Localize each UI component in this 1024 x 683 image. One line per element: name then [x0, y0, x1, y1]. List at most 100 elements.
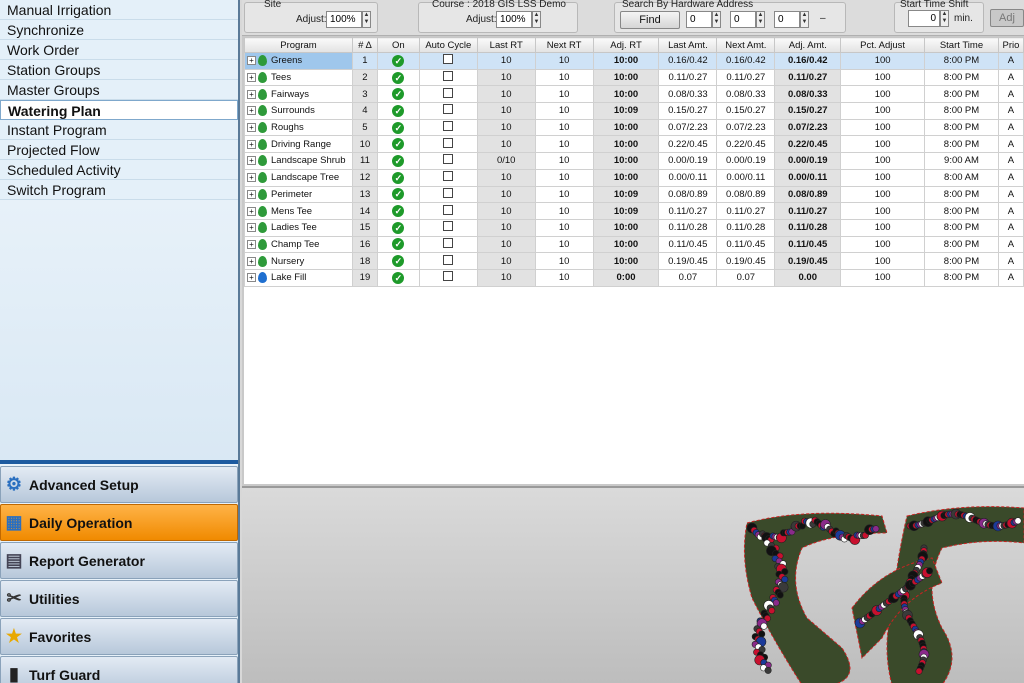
- auto-cycle-cell[interactable]: [418, 218, 478, 237]
- check-circle-icon[interactable]: ✓: [392, 271, 405, 284]
- sidebar-item-synchronize[interactable]: Synchronize: [0, 20, 238, 40]
- hardware-address-2-spinner[interactable]: ▲ ▼: [756, 11, 765, 28]
- check-circle-icon[interactable]: ✓: [392, 71, 405, 84]
- sprinkler-head-marker[interactable]: [926, 567, 934, 575]
- program-cell[interactable]: + Perimeter: [244, 185, 353, 204]
- expand-icon[interactable]: +: [247, 106, 256, 116]
- auto-cycle-checkbox[interactable]: [443, 71, 454, 82]
- expand-icon[interactable]: +: [247, 156, 256, 166]
- on-cell[interactable]: ✓: [376, 185, 420, 204]
- program-cell[interactable]: + Ladies Tee: [244, 218, 353, 237]
- program-cell[interactable]: + Lake Fill: [244, 268, 353, 287]
- check-circle-icon[interactable]: ✓: [392, 54, 405, 67]
- auto-cycle-checkbox[interactable]: [443, 104, 454, 115]
- check-circle-icon[interactable]: ✓: [392, 104, 405, 117]
- table-row[interactable]: + Surrounds 4 ✓ 10 10 10:09 0.15/0.27 0.15/0.27 0…: [244, 102, 1024, 120]
- column-header[interactable]: Pct. Adjust: [840, 37, 926, 53]
- start-time-shift-input[interactable]: 0: [908, 10, 940, 27]
- hardware-address-3[interactable]: 0: [774, 11, 800, 28]
- sprinkler-head-marker[interactable]: [768, 607, 776, 615]
- sidebar-item-scheduled-activity[interactable]: Scheduled Activity: [0, 160, 238, 180]
- sidebar-item-master-groups[interactable]: Master Groups: [0, 80, 238, 100]
- auto-cycle-cell[interactable]: [418, 118, 478, 137]
- hardware-address-1-spinner[interactable]: ▲ ▼: [712, 11, 721, 28]
- table-row[interactable]: + Landscape Shrub 11 ✓ 0/10 10 10:00 0.00/0.19 0…: [244, 152, 1024, 170]
- expand-icon[interactable]: +: [247, 73, 256, 83]
- auto-cycle-checkbox[interactable]: [443, 121, 454, 132]
- column-header[interactable]: Prio: [997, 37, 1024, 53]
- table-row[interactable]: + Greens 1 ✓ 10 10 10:00 0.16/0.42 0.16/0.42 0.16…: [244, 52, 1024, 70]
- column-header[interactable]: Start Time: [924, 37, 999, 53]
- expand-icon[interactable]: +: [247, 189, 256, 199]
- on-cell[interactable]: ✓: [376, 85, 420, 104]
- auto-cycle-checkbox[interactable]: [443, 54, 454, 65]
- column-header[interactable]: Next Amt.: [716, 37, 776, 53]
- site-adjust-spinner[interactable]: ▲ ▼: [362, 11, 371, 28]
- column-header[interactable]: Adj. RT: [592, 37, 660, 53]
- auto-cycle-cell[interactable]: [418, 52, 478, 70]
- table-row[interactable]: + Landscape Tree 12 ✓ 10 10 10:00 0.00/0.11 0.00…: [244, 168, 1024, 187]
- column-header[interactable]: Next RT: [534, 37, 594, 53]
- check-circle-icon[interactable]: ✓: [392, 121, 405, 134]
- sidebar-item-manual-irrigation[interactable]: Manual Irrigation: [0, 0, 238, 20]
- check-circle-icon[interactable]: ✓: [392, 138, 405, 151]
- check-circle-icon[interactable]: ✓: [392, 88, 405, 101]
- auto-cycle-cell[interactable]: [418, 252, 478, 270]
- report-generator-button[interactable]: ▤ Report Generator: [0, 542, 238, 579]
- auto-cycle-cell[interactable]: [418, 168, 478, 187]
- expand-icon[interactable]: +: [247, 139, 256, 149]
- sidebar-item-work-order[interactable]: Work Order: [0, 40, 238, 60]
- table-row[interactable]: + Roughs 5 ✓ 10 10 10:00 0.07/2.23 0.07/2.23 0.07…: [244, 118, 1024, 137]
- sprinkler-head-marker[interactable]: [1014, 517, 1022, 525]
- sidebar-item-projected-flow[interactable]: Projected Flow: [0, 140, 238, 160]
- program-cell[interactable]: + Mens Tee: [244, 202, 353, 220]
- program-cell[interactable]: + Tees: [244, 68, 353, 87]
- expand-icon[interactable]: +: [247, 256, 256, 266]
- start-time-shift-spinner[interactable]: ▲ ▼: [940, 10, 949, 27]
- column-header[interactable]: Last RT: [476, 37, 536, 53]
- program-cell[interactable]: + Surrounds: [244, 102, 353, 120]
- expand-icon[interactable]: +: [247, 89, 256, 99]
- column-header[interactable]: Adj. Amt.: [774, 37, 842, 53]
- expand-icon[interactable]: +: [247, 173, 256, 183]
- sidebar-item-instant-program[interactable]: Instant Program: [0, 120, 238, 140]
- program-cell[interactable]: + Fairways: [244, 85, 353, 104]
- auto-cycle-checkbox[interactable]: [443, 271, 454, 282]
- program-cell[interactable]: + Champ Tee: [244, 235, 353, 254]
- sprinkler-head-marker[interactable]: [764, 666, 772, 674]
- on-cell[interactable]: ✓: [376, 252, 420, 270]
- hardware-address-1[interactable]: 0: [686, 11, 712, 28]
- expand-icon[interactable]: +: [247, 273, 256, 283]
- sprinkler-head-marker[interactable]: [872, 525, 880, 533]
- program-cell[interactable]: + Nursery: [244, 252, 353, 270]
- on-cell[interactable]: ✓: [376, 202, 420, 220]
- expand-icon[interactable]: +: [247, 239, 256, 249]
- table-row[interactable]: + Fairways 3 ✓ 10 10 10:00 0.08/0.33 0.08/0.33 0.…: [244, 85, 1024, 104]
- check-circle-icon[interactable]: ✓: [392, 238, 405, 251]
- course-adjust-input[interactable]: 100%: [496, 11, 532, 28]
- table-row[interactable]: + Mens Tee 14 ✓ 10 10 10:09 0.11/0.27 0.11/0.27 0…: [244, 202, 1024, 220]
- on-cell[interactable]: ✓: [376, 52, 420, 70]
- on-cell[interactable]: ✓: [376, 268, 420, 287]
- auto-cycle-cell[interactable]: [418, 152, 478, 170]
- sidebar-item-station-groups[interactable]: Station Groups: [0, 60, 238, 80]
- favorites-button[interactable]: ★ Favorites: [0, 618, 238, 655]
- on-cell[interactable]: ✓: [376, 235, 420, 254]
- check-circle-icon[interactable]: ✓: [392, 188, 405, 201]
- auto-cycle-checkbox[interactable]: [443, 154, 454, 165]
- hardware-address-2[interactable]: 0: [730, 11, 756, 28]
- daily-operation-button[interactable]: ▦ Daily Operation: [0, 504, 238, 541]
- table-row[interactable]: + Nursery 18 ✓ 10 10 10:00 0.19/0.45 0.19/0.45 0.…: [244, 252, 1024, 270]
- sprinkler-head-marker[interactable]: [776, 591, 784, 599]
- program-cell[interactable]: + Greens: [244, 52, 353, 70]
- column-header[interactable]: Last Amt.: [658, 37, 718, 53]
- program-cell[interactable]: + Landscape Tree: [244, 168, 353, 187]
- auto-cycle-checkbox[interactable]: [443, 137, 454, 148]
- check-circle-icon[interactable]: ✓: [392, 171, 405, 184]
- expand-icon[interactable]: +: [247, 223, 256, 233]
- auto-cycle-checkbox[interactable]: [443, 221, 454, 232]
- hardware-address-3-spinner[interactable]: ▲ ▼: [800, 11, 809, 28]
- column-header[interactable]: On: [376, 37, 420, 53]
- on-cell[interactable]: ✓: [376, 102, 420, 120]
- auto-cycle-cell[interactable]: [418, 202, 478, 220]
